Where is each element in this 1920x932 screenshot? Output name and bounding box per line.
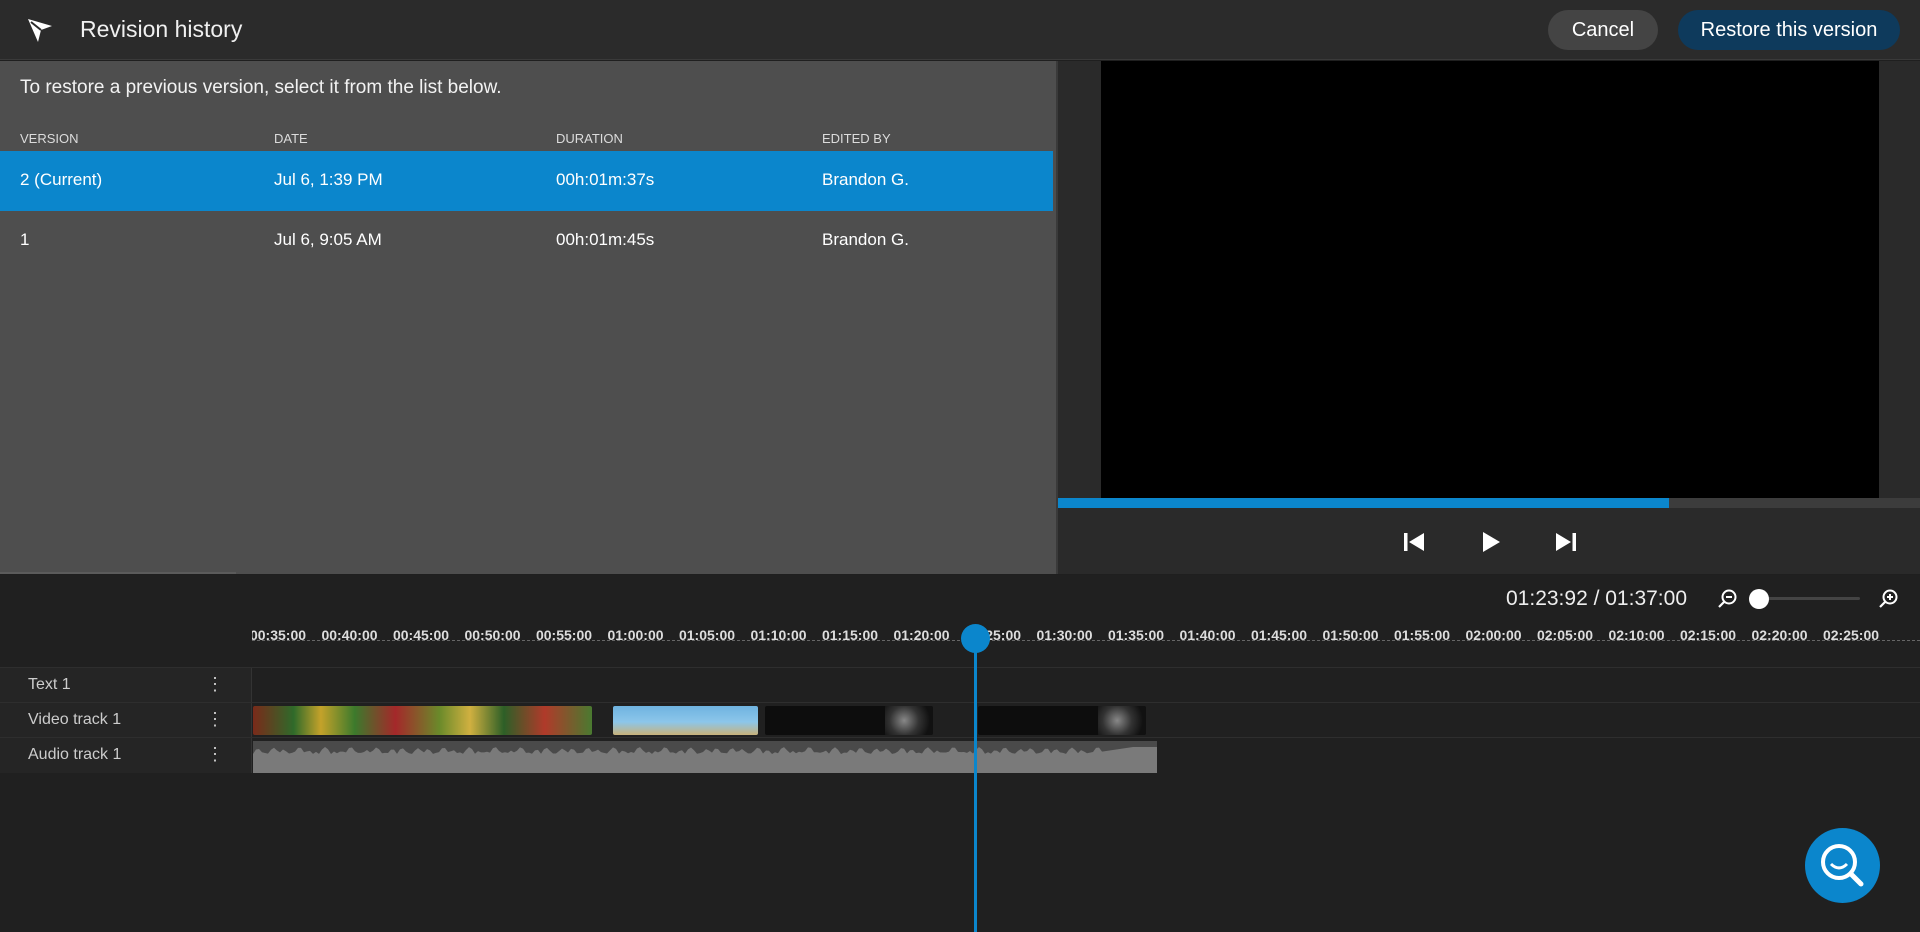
preview-panel	[1056, 61, 1920, 574]
restore-version-button[interactable]: Restore this version	[1678, 10, 1900, 50]
edited-by-cell: Brandon G.	[822, 230, 909, 249]
track-menu-icon[interactable]: ⋮	[206, 709, 224, 729]
search-help-button[interactable]	[1805, 828, 1880, 903]
track-audio-1[interactable]: Audio track 1 ⋮	[0, 737, 1920, 773]
audio-clip[interactable]	[253, 741, 1157, 773]
ruler-tick-label: 00:45:00	[392, 627, 450, 643]
track-label: Text 1	[28, 676, 71, 693]
header-bar: Revision history Cancel Restore this ver…	[0, 0, 1920, 60]
zoom-in-icon[interactable]	[1878, 588, 1900, 610]
date-cell: Jul 6, 9:05 AM	[274, 230, 382, 249]
zoom-out-icon[interactable]	[1717, 588, 1739, 610]
ruler-tick-label: 01:10:00	[750, 627, 807, 643]
duration-cell: 00h:01m:45s	[556, 230, 655, 249]
column-header-duration: DURATION	[556, 131, 623, 146]
date-cell: Jul 6, 1:39 PM	[274, 170, 383, 189]
track-video-1[interactable]: Video track 1 ⋮	[0, 702, 1920, 738]
ruler-tick-label: 01:50:00	[1322, 627, 1379, 643]
timeline-ruler[interactable]: 00:35:00 00:40:00 00:45:00 00:50:00 00:55:00…	[252, 627, 1920, 645]
play-button[interactable]	[1474, 526, 1506, 558]
ruler-tick-label: 00:40:00	[321, 627, 378, 643]
ruler-tick-label: 01:40:00	[1179, 627, 1236, 643]
ruler-tick-label: 01:20:00	[893, 627, 950, 643]
skip-back-button[interactable]	[1398, 526, 1430, 558]
ruler-tick-label: 00:50:00	[464, 627, 521, 643]
video-clip[interactable]	[613, 706, 758, 735]
ruler-tick-label: 01:45:00	[1250, 627, 1308, 643]
revision-row[interactable]: 2 (Current) Jul 6, 1:39 PM 00h:01m:37s B…	[0, 151, 1053, 211]
revision-list-panel: To restore a previous version, select it…	[0, 61, 1056, 574]
version-cell: 1	[20, 230, 30, 249]
clip-thumbnail	[885, 706, 933, 735]
track-label: Video track 1	[28, 711, 122, 728]
waveform-shape	[253, 747, 1157, 773]
duration-cell: 00h:01m:37s	[556, 170, 655, 189]
ruler-tick-label: 01:00:00	[607, 627, 664, 643]
playhead-line[interactable]	[974, 625, 977, 932]
play-icon	[1483, 532, 1500, 552]
revision-row[interactable]: 1 Jul 6, 9:05 AM 00h:01m:45s Brandon G.	[0, 211, 1053, 271]
ruler-tick-label: 01:15:00	[821, 627, 879, 643]
edited-by-cell: Brandon G.	[822, 170, 909, 189]
ruler-tick-label: 02:10:00	[1608, 627, 1665, 643]
zoom-slider-handle[interactable]	[1749, 589, 1769, 609]
ruler-tick-label: 02:00:00	[1465, 627, 1522, 643]
playback-controls	[1058, 508, 1920, 574]
column-header-edited-by: EDITED BY	[822, 131, 891, 146]
search-icon	[1821, 844, 1864, 887]
track-label: Audio track 1	[28, 746, 122, 763]
ruler-tick-label: 02:05:00	[1536, 627, 1594, 643]
track-text-1[interactable]: Text 1 ⋮	[0, 667, 1920, 703]
ruler-tick-label: 02:15:00	[1679, 627, 1737, 643]
track-menu-icon[interactable]: ⋮	[206, 744, 224, 764]
cancel-button[interactable]: Cancel	[1548, 10, 1658, 50]
video-preview[interactable]	[1101, 61, 1879, 498]
panel-divider	[0, 572, 236, 574]
ruler-tick-label: 00:35:00	[252, 627, 307, 643]
ruler-tick-label: 01:35:00	[1107, 627, 1165, 643]
column-header-version: VERSION	[20, 131, 79, 146]
page-title: Revision history	[80, 16, 243, 42]
clip-thumbnail	[1098, 706, 1146, 735]
skip-forward-button[interactable]	[1550, 526, 1582, 558]
skip-forward-icon	[1556, 533, 1576, 551]
version-cell: 2 (Current)	[20, 170, 103, 189]
app-logo-icon	[28, 19, 52, 42]
instruction-text: To restore a previous version, select it…	[20, 77, 502, 98]
ruler-tick-label: 01:55:00	[1393, 627, 1451, 643]
ruler-tick-label: 02:20:00	[1751, 627, 1808, 643]
ruler-tick-label: 01:30:00	[1036, 627, 1093, 643]
audio-waveform	[253, 747, 1157, 773]
video-clip[interactable]	[978, 706, 1146, 735]
timecode-display: 01:23:92 / 01:37:00	[1506, 587, 1687, 610]
skip-back-icon	[1404, 533, 1424, 551]
track-menu-icon[interactable]: ⋮	[206, 674, 224, 694]
ruler-tick-label: 00:55:00	[535, 627, 593, 643]
video-clip[interactable]	[253, 706, 592, 735]
column-header-date: DATE	[274, 131, 308, 146]
ruler-tick-label: 02:25:00	[1822, 627, 1880, 643]
playback-progress-bar[interactable]	[1058, 498, 1920, 508]
timeline-panel: 01:23:92 / 01:37:00 00:35:00 00:40:00 00:4…	[0, 575, 1920, 932]
video-clip[interactable]	[765, 706, 933, 735]
playback-progress-fill	[1058, 498, 1669, 508]
ruler-tick-label: 01:05:00	[678, 627, 736, 643]
playhead-handle[interactable]	[961, 624, 990, 653]
